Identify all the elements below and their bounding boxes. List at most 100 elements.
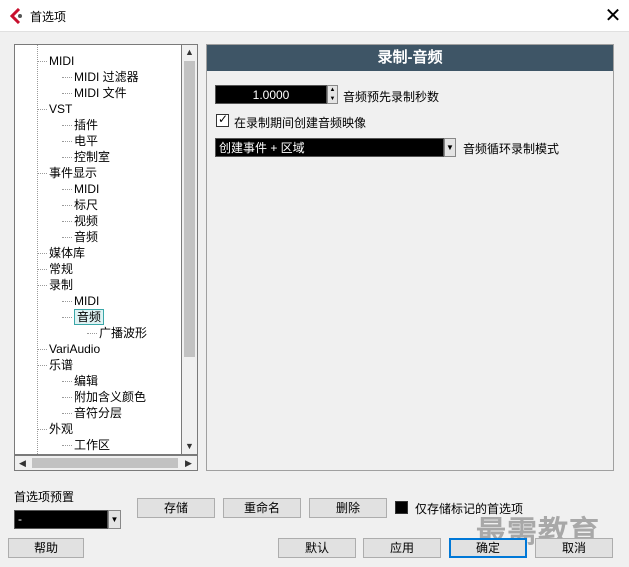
cycle-mode-label: 音频循环录制模式 bbox=[463, 142, 560, 156]
tree-item[interactable]: 工作区 bbox=[74, 437, 110, 453]
tree-item[interactable]: 附加含义颜色 bbox=[74, 389, 146, 405]
window-title: 首选项 bbox=[30, 10, 67, 24]
marked-only-checkbox[interactable] bbox=[395, 501, 408, 514]
tree-item[interactable]: 录制 bbox=[49, 277, 73, 293]
tree-item[interactable]: MIDI bbox=[74, 293, 99, 309]
tree-item[interactable]: MIDI 过滤器 bbox=[74, 69, 139, 85]
tree-item-label: 常规 bbox=[49, 262, 74, 276]
tree-item[interactable]: VST bbox=[49, 101, 72, 117]
tree-vertical-scrollbar[interactable]: ▲ ▼ bbox=[182, 44, 198, 455]
chevron-down-icon[interactable]: ▼ bbox=[108, 510, 121, 529]
tree-item-label: VariAudio bbox=[49, 342, 101, 356]
tree-item[interactable]: 媒体库 bbox=[49, 245, 85, 261]
tree-item[interactable]: MIDI 文件 bbox=[74, 85, 127, 101]
tree-item[interactable]: 音频 bbox=[74, 309, 105, 325]
close-button[interactable]: ✕ bbox=[600, 3, 626, 29]
store-button[interactable]: 存储 bbox=[137, 498, 215, 518]
tree-item-label: 编辑 bbox=[74, 374, 99, 388]
tree-item[interactable]: 外观 bbox=[49, 421, 73, 437]
tree-connector bbox=[37, 285, 47, 286]
apply-button[interactable]: 应用 bbox=[363, 538, 441, 558]
tree-connector bbox=[62, 397, 72, 398]
tree-connector bbox=[62, 125, 72, 126]
scroll-thumb[interactable] bbox=[184, 61, 195, 357]
tree-connector bbox=[37, 45, 38, 454]
tree-item-label: 音频 bbox=[74, 230, 99, 244]
tree-item[interactable]: 乐谱 bbox=[49, 357, 73, 373]
presets-label: 首选项预置 bbox=[14, 490, 75, 504]
tree-item[interactable]: 插件 bbox=[74, 117, 98, 133]
tree-item[interactable]: 音频 bbox=[74, 229, 98, 245]
tree-item-label: 电平 bbox=[74, 134, 99, 148]
title-bar: 首选项 ✕ bbox=[0, 0, 629, 32]
tree-item[interactable]: VariAudio bbox=[49, 341, 100, 357]
scroll-up-arrow-icon[interactable]: ▲ bbox=[182, 45, 197, 60]
tree-connector bbox=[62, 301, 72, 302]
tree-connector bbox=[62, 157, 72, 158]
tree-connector bbox=[62, 445, 72, 446]
tree-connector bbox=[62, 205, 72, 206]
tree-item-label: MIDI bbox=[49, 54, 75, 68]
tree-horizontal-scrollbar[interactable]: ◀ ▶ bbox=[14, 455, 198, 471]
defaults-button[interactable]: 默认 bbox=[278, 538, 356, 558]
tree-connector bbox=[37, 253, 47, 254]
scroll-thumb-horizontal[interactable] bbox=[32, 458, 178, 468]
preferences-tree[interactable]: MIDI MIDI 过滤器 MIDI 文件 VST 插件 电平 控制室 事件显示 MIDI 标尺视… bbox=[14, 44, 182, 455]
tree-connector bbox=[37, 349, 47, 350]
tree-connector bbox=[62, 93, 72, 94]
panel-title: 录制-音频 bbox=[207, 45, 613, 71]
tree-connector bbox=[62, 317, 72, 318]
tree-item-label: 工作区 bbox=[74, 438, 111, 452]
tree-connector bbox=[62, 381, 72, 382]
tree-item-label: MIDI bbox=[74, 182, 100, 196]
preset-select[interactable]: - bbox=[14, 510, 108, 529]
spin-arrows-icon[interactable]: ▲ ▼ bbox=[327, 85, 338, 104]
tree-item[interactable]: 事件显示 bbox=[49, 165, 97, 181]
create-images-checkbox[interactable] bbox=[216, 112, 229, 127]
tree-item-label: 广播波形 bbox=[99, 326, 148, 340]
tree-connector bbox=[37, 173, 47, 174]
rename-button[interactable]: 重命名 bbox=[223, 498, 301, 518]
tree-item[interactable]: 电平 bbox=[74, 133, 98, 149]
tree-item[interactable]: 控制室 bbox=[74, 149, 110, 165]
tree-item-label: 乐谱 bbox=[49, 358, 74, 372]
tree-connector bbox=[37, 109, 47, 110]
cubase-logo-icon bbox=[9, 8, 22, 24]
tree-item[interactable]: MIDI bbox=[74, 181, 99, 197]
tree-item[interactable]: 常规 bbox=[49, 261, 73, 277]
tree-connector bbox=[62, 141, 72, 142]
tree-item[interactable]: 音符分层 bbox=[74, 405, 122, 421]
delete-button[interactable]: 删除 bbox=[309, 498, 387, 518]
scroll-down-arrow-icon[interactable]: ▼ bbox=[182, 439, 197, 454]
tree-item[interactable]: MIDI bbox=[49, 53, 74, 69]
tree-item[interactable]: 编辑 bbox=[74, 373, 98, 389]
tree-item-label: 音符分层 bbox=[74, 406, 123, 420]
tree-connector bbox=[37, 429, 47, 430]
tree-item-label: 控制室 bbox=[74, 150, 111, 164]
tree-item-label: 附加含义颜色 bbox=[74, 390, 147, 404]
preroll-label: 音频预先录制秒数 bbox=[343, 90, 440, 104]
tree-item[interactable]: 标尺 bbox=[74, 197, 98, 213]
tree-item-label: 外观 bbox=[49, 422, 74, 436]
chevron-down-icon[interactable]: ▼ bbox=[444, 138, 456, 157]
cancel-button[interactable]: 取消 bbox=[535, 538, 613, 558]
tree-connector bbox=[37, 61, 47, 62]
tree-item-label: 事件显示 bbox=[49, 166, 98, 180]
ok-button[interactable]: 确定 bbox=[449, 538, 527, 558]
scroll-right-arrow-icon[interactable]: ▶ bbox=[181, 456, 196, 470]
tree-item-label: VST bbox=[49, 102, 73, 116]
preroll-seconds-input[interactable]: 1.0000 bbox=[215, 85, 327, 104]
tree-item[interactable]: 广播波形 bbox=[99, 325, 147, 341]
scroll-left-arrow-icon[interactable]: ◀ bbox=[15, 456, 30, 470]
create-images-label: 在录制期间创建音频映像 bbox=[234, 116, 367, 130]
help-button[interactable]: 帮助 bbox=[8, 538, 84, 558]
tree-connector bbox=[62, 237, 72, 238]
tree-item[interactable]: 视频 bbox=[74, 213, 98, 229]
tree-item-label: 插件 bbox=[74, 118, 99, 132]
cycle-mode-select[interactable]: 创建事件 + 区域 bbox=[215, 138, 444, 157]
tree-item-label: 媒体库 bbox=[49, 246, 86, 260]
tree-connector bbox=[37, 269, 47, 270]
tree-item-label: 录制 bbox=[49, 278, 74, 292]
tree-item-label: MIDI bbox=[74, 294, 100, 308]
tree-item-label: 音频 bbox=[74, 309, 105, 325]
